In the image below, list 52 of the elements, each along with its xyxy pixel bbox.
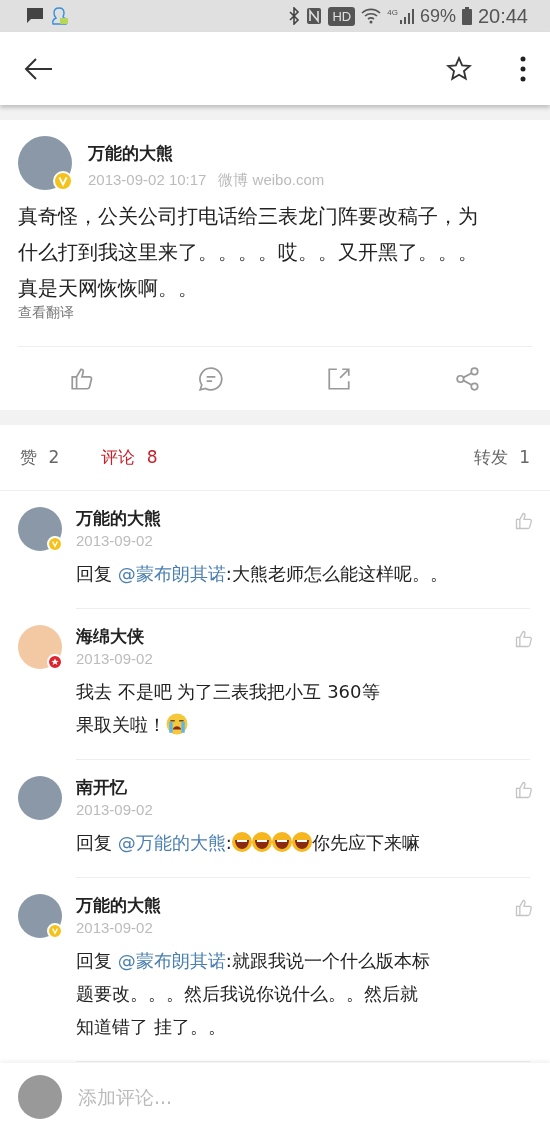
laughing-face-icon: [291, 832, 312, 852]
avatar-photo[interactable]: [18, 776, 62, 820]
thumbs-up-icon: [514, 780, 534, 800]
person-lock-icon: [50, 6, 70, 26]
comment-date: 2013-09-02: [76, 801, 153, 818]
comment-text: 回复 @蒙布朗其诺:大熊老师怎么能这样呢。。: [76, 562, 449, 586]
battery-icon: [461, 7, 472, 25]
laughing-face-icon: [271, 832, 292, 852]
crying-face-icon: [166, 713, 188, 735]
thumbs-up-icon: [514, 511, 534, 531]
post-time: 2013-09-02 10:17: [88, 171, 207, 190]
tab[interactable]: 评论 8: [101, 446, 158, 469]
laughing-face-icon: [251, 832, 272, 852]
chat-bubble-icon: [26, 7, 44, 25]
avatar-cartoon[interactable]: [18, 625, 62, 669]
avatar-photo[interactable]: [18, 136, 72, 190]
external-link-icon: [326, 365, 353, 392]
commenter-name[interactable]: 南开忆: [76, 776, 153, 799]
comment-date: 2013-09-02: [76, 919, 154, 936]
network-type: 4G: [387, 8, 398, 17]
clock: 20:44: [477, 4, 528, 28]
author-name[interactable]: 万能的大熊: [88, 142, 325, 165]
speech-bubble-icon: [197, 365, 224, 392]
comment-date: 2013-09-02: [76, 650, 153, 667]
nfc-icon: [306, 7, 323, 25]
avatar-photo[interactable]: [18, 894, 62, 938]
wifi-icon: [361, 8, 382, 24]
translate-link[interactable]: 查看翻译: [0, 304, 550, 322]
share-icon: [454, 365, 481, 392]
bluetooth-icon: [288, 7, 301, 25]
mention-link[interactable]: @万能的大熊: [117, 832, 226, 853]
commenter-name[interactable]: 万能的大熊: [76, 507, 161, 530]
hd-indicator: HD: [328, 6, 356, 26]
commenter-name[interactable]: 海绵大侠: [76, 625, 153, 648]
mention-link[interactable]: @蒙布朗其诺: [117, 950, 226, 971]
signal-icon: [399, 8, 414, 24]
commenter-name[interactable]: 万能的大熊: [76, 894, 161, 917]
avatar-photo[interactable]: [18, 1074, 62, 1119]
mention-link[interactable]: @蒙布朗其诺: [117, 563, 226, 584]
laughing-face-icon: [231, 832, 252, 852]
comment-text: 回复 @万能的大熊: 你先应下来嘛: [76, 831, 421, 855]
tab[interactable]: 转发 1: [473, 446, 530, 469]
comment-text: 回复 @蒙布朗其诺:就跟我说一个什么版本标 题要改。。。然后我说你说什么。。然后就 知道错了 挂了。。: [76, 949, 431, 1039]
post-source: 微博 weibo.com: [218, 171, 325, 190]
tab[interactable]: 赞 2: [20, 446, 60, 469]
comment-text: 我去 不是吧 为了三表我把小互 360等 果取关啦！: [76, 680, 381, 737]
comment-date: 2013-09-02: [76, 532, 154, 549]
post-text: 真奇怪，公关公司打电话给三表龙门阵要改稿子，为 什么打到我这里来了。。。。哎。。又开黑了。。。 真是天网恢恢啊。。: [17, 203, 479, 302]
thumbs-up-icon: [514, 898, 534, 918]
thumbs-up-icon: [514, 629, 534, 649]
avatar-photo[interactable]: [18, 507, 62, 551]
battery-percent: 69%: [419, 5, 456, 27]
